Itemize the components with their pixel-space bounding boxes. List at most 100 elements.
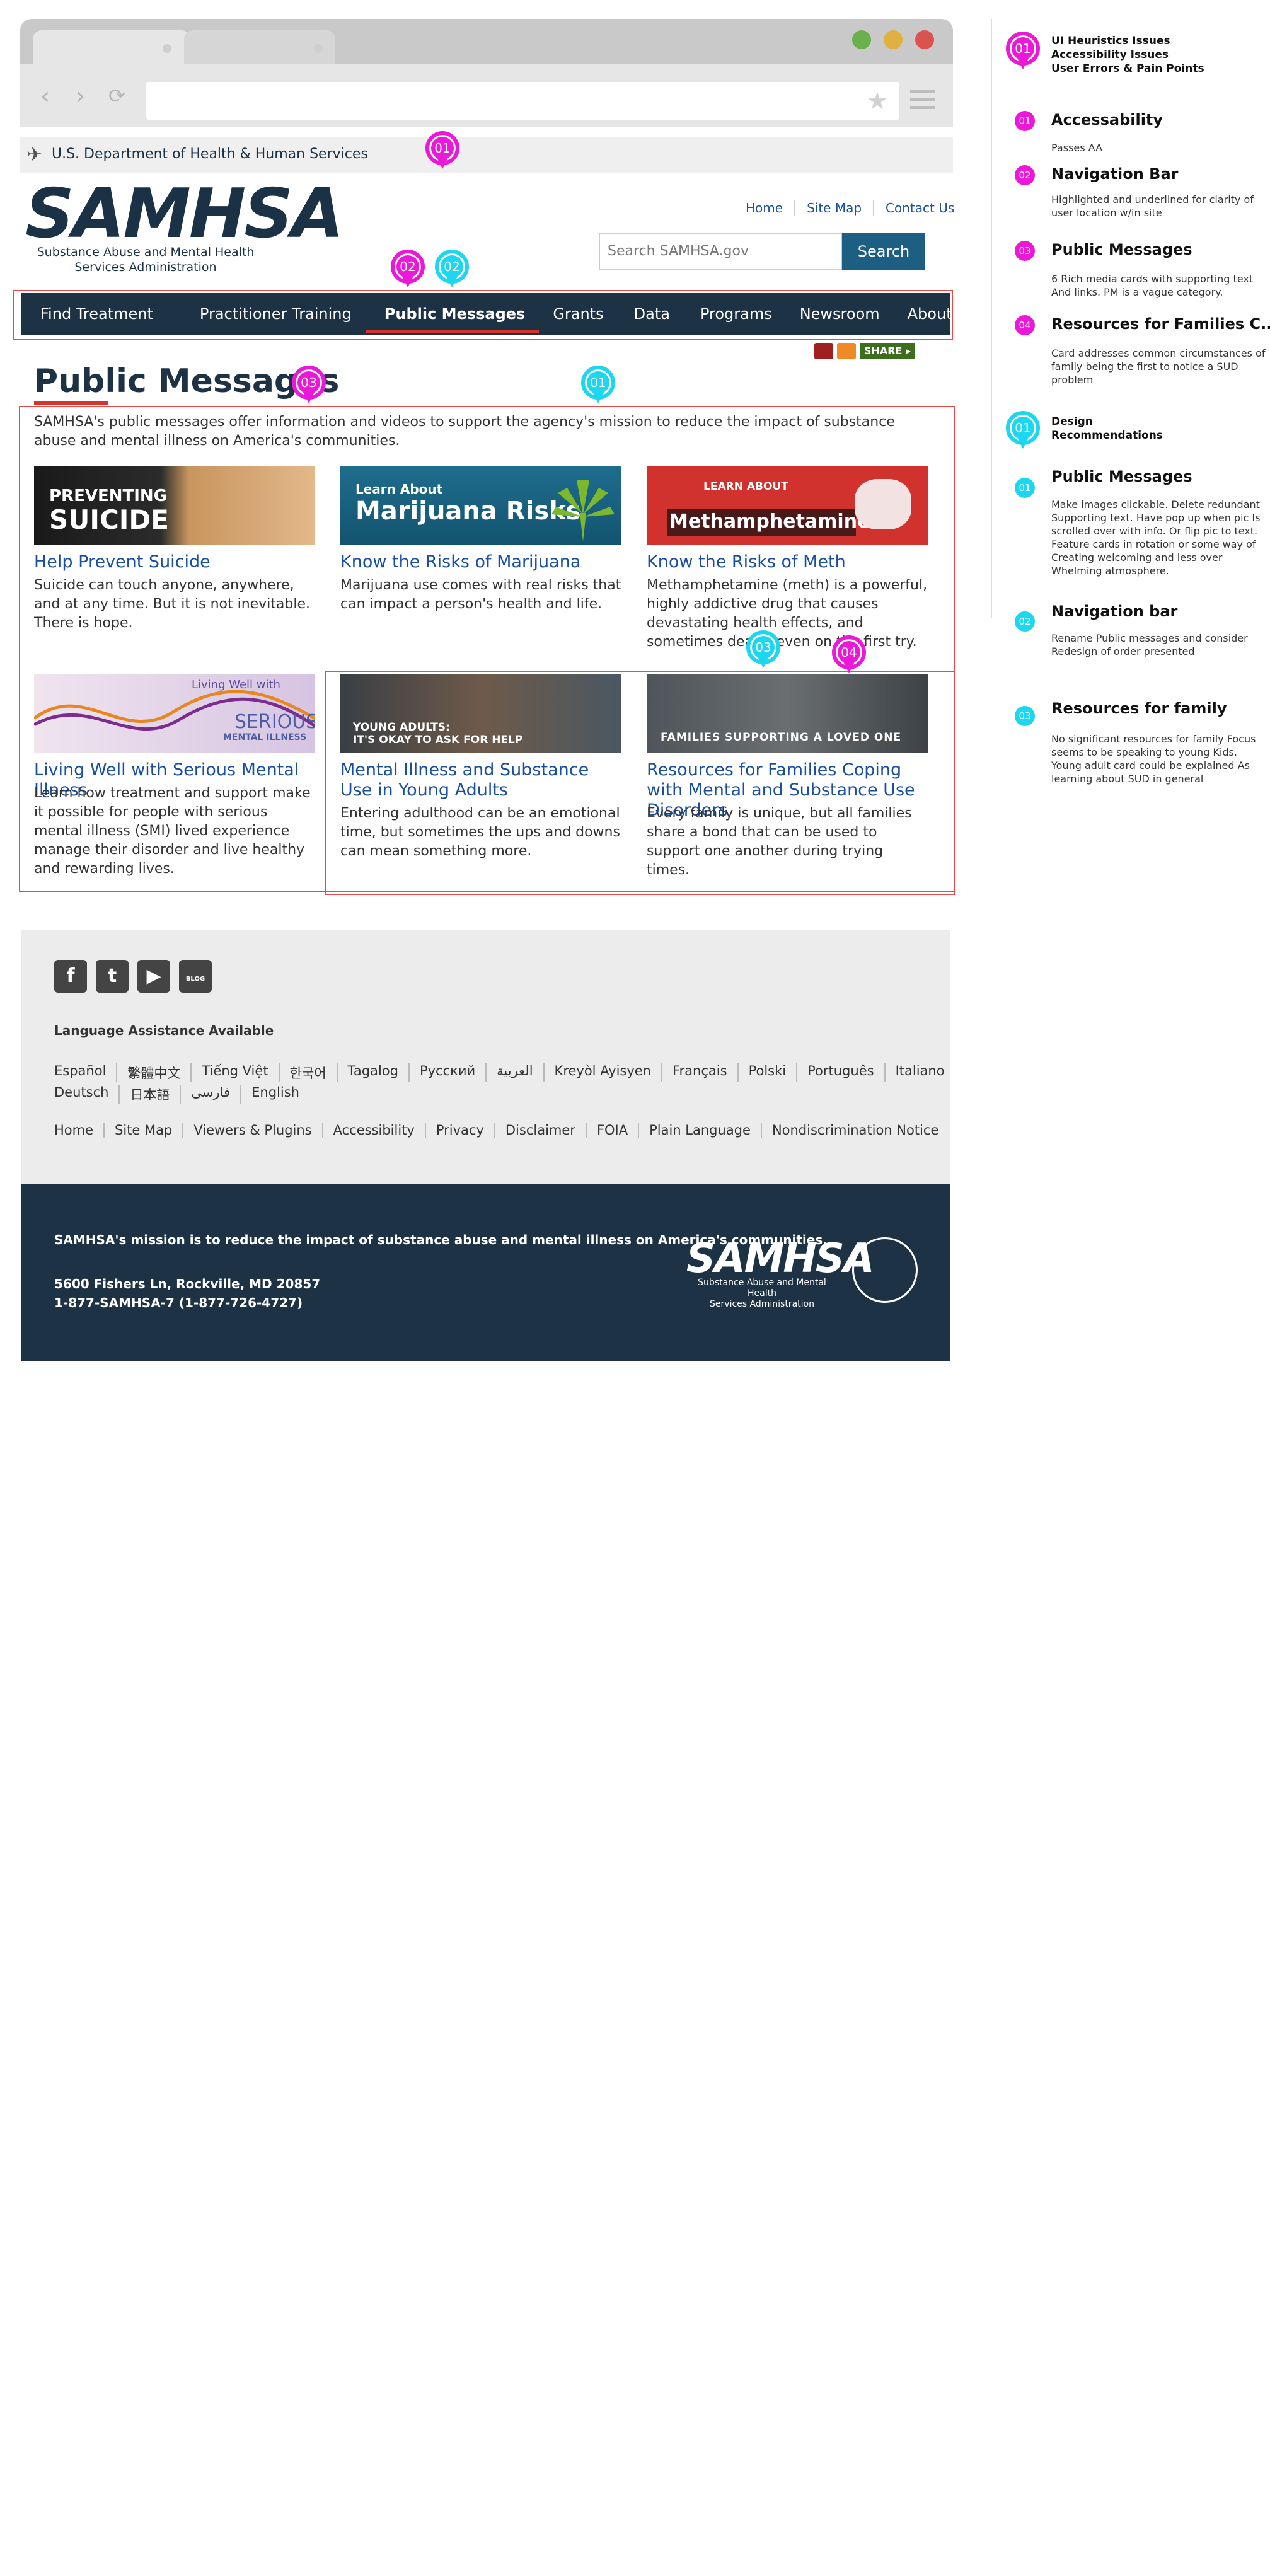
issue-badge-03: 03 [1015, 241, 1035, 261]
language-links-row2: Deutsch 日本語 فارسی English [54, 1085, 309, 1104]
hhs-seal-icon[interactable] [852, 1237, 918, 1303]
maximize-button[interactable] [852, 30, 871, 49]
lang-link[interactable]: Polski [739, 1063, 798, 1082]
lang-link[interactable]: Deutsch [54, 1085, 120, 1104]
address-line: 5600 Fishers Ln, Rockville, MD 20857 [54, 1276, 321, 1291]
language-links-row1: Español 繁體中文 Tiếng Việt 한국어 Tagalog Русс… [54, 1063, 955, 1082]
annotation-box-nav [13, 290, 953, 340]
issue-body-03: 6 Rich media cards with supporting text … [1051, 273, 1254, 298]
lang-link[interactable]: فارسی [181, 1085, 242, 1104]
lang-link[interactable]: Kreyòl Ayisyen [545, 1063, 662, 1082]
issue-title-03: Public Messages [1051, 241, 1192, 258]
legend-issues-pin: 01 [1006, 32, 1040, 71]
legend-line2: Accessibility Issues [1051, 49, 1169, 61]
issue-badge-02: 02 [1015, 165, 1035, 185]
twitter-icon[interactable]: t [96, 960, 129, 993]
lang-link[interactable]: Tiếng Việt [192, 1063, 280, 1082]
menu-icon[interactable] [910, 90, 935, 114]
rss-icon[interactable] [837, 343, 856, 359]
top-link-home[interactable]: Home [734, 200, 796, 216]
email-icon[interactable] [814, 343, 833, 359]
tab-strip [20, 19, 953, 64]
search-button[interactable]: Search [842, 233, 925, 270]
side-panel-divider [991, 19, 992, 618]
rec-title-02: Navigation bar [1051, 603, 1178, 620]
footer-link[interactable]: Nondiscrimination Notice [762, 1123, 949, 1138]
rec-badge-03: 03 [1015, 706, 1035, 726]
footer-link[interactable]: Accessibility [323, 1123, 426, 1138]
issue-badge-04: 04 [1015, 315, 1035, 335]
issue-body-04: Card addresses common circumstances of f… [1051, 347, 1266, 386]
browser-tab-2[interactable] [184, 30, 335, 64]
rec-badge-02: 02 [1015, 611, 1035, 632]
browser-tab-1[interactable] [33, 30, 190, 64]
footer-nav-links: Home Site Map Viewers & Plugins Accessib… [54, 1123, 949, 1138]
rec-badge-01: 01 [1015, 478, 1035, 498]
footer-samhsa-logo[interactable]: SAMHSA Substance Abuse and Mental Health… [686, 1239, 874, 1310]
lang-link[interactable]: 繁體中文 [117, 1063, 192, 1082]
footer-link[interactable]: Home [54, 1123, 105, 1138]
legend-design-pin: 01 [1006, 411, 1040, 450]
top-link-site-map[interactable]: Site Map [795, 200, 875, 216]
pin-navbar-02: 02 [391, 250, 425, 289]
lang-link[interactable]: Italiano [886, 1063, 955, 1082]
lang-link[interactable]: Русский [410, 1063, 487, 1082]
title-underline [34, 401, 108, 405]
pin-public-messages-03: 03 [292, 366, 326, 405]
rec-title-03: Resources for family [1051, 700, 1227, 717]
footer-links-area: f t ▶ BLOG Language Assistance Available… [21, 930, 950, 1184]
rec-title-01: Public Messages [1051, 468, 1192, 485]
issue-title-04: Resources for Families C... [1051, 315, 1270, 333]
lang-link[interactable]: 한국어 [280, 1063, 338, 1082]
footer-link[interactable]: Plain Language [639, 1123, 762, 1138]
language-assistance-title: Language Assistance Available [54, 1023, 274, 1038]
legend-line3: User Errors & Pain Points [1051, 62, 1204, 75]
footer-link[interactable]: FOIA [587, 1123, 640, 1138]
facebook-icon[interactable]: f [54, 960, 87, 993]
lang-link[interactable]: English [241, 1085, 309, 1104]
lang-link[interactable]: Tagalog [338, 1063, 410, 1082]
top-link-contact-us[interactable]: Contact Us [874, 200, 954, 216]
legend-line1: UI Heuristics Issues [1051, 35, 1170, 47]
blog-icon[interactable]: BLOG [179, 960, 212, 993]
lang-link[interactable]: Français [662, 1063, 739, 1082]
footer-link[interactable]: Viewers & Plugins [183, 1123, 323, 1138]
samhsa-logo[interactable]: SAMHSA Substance Abuse and Mental Health… [25, 180, 344, 275]
lang-link[interactable]: Português [797, 1063, 886, 1082]
rec-body-03: No significant resources for family Focu… [1051, 733, 1256, 785]
annotation-box-cards [325, 671, 955, 895]
minimize-button[interactable] [884, 30, 903, 49]
lang-link[interactable]: العربية [487, 1063, 545, 1082]
footer-link[interactable]: Privacy [426, 1123, 495, 1138]
share-button[interactable]: SHARE ▸ [860, 343, 915, 359]
utility-links: Home Site Map Contact Us [734, 200, 954, 216]
reload-icon[interactable]: ⟳ [108, 83, 125, 108]
footer-link[interactable]: Site Map [105, 1123, 184, 1138]
design-line2: Recommendations [1051, 429, 1163, 442]
design-line1: Design [1051, 415, 1093, 428]
issue-body-01: Passes AA [1051, 142, 1103, 154]
back-icon[interactable]: ‹ [40, 83, 50, 108]
phone-line: 1-877-SAMHSA-7 (1-877-726-4727) [54, 1295, 303, 1310]
close-button[interactable] [915, 30, 934, 49]
footer-link[interactable]: Disclaimer [495, 1123, 587, 1138]
lang-link[interactable]: Español [54, 1063, 118, 1082]
forward-icon[interactable]: › [76, 83, 85, 108]
share-tools: SHARE ▸ [814, 343, 915, 359]
hhs-eagle-icon: ✈ [26, 144, 43, 166]
issue-body-02: Highlighted and underlined for clarity o… [1051, 193, 1254, 219]
rec-body-01: Make images clickable. Delete redundant … [1051, 499, 1261, 577]
hhs-bar: ✈ U.S. Department of Health & Human Serv… [20, 137, 953, 173]
rec-body-02: Rename Public messages and consider Rede… [1051, 632, 1248, 657]
search-input[interactable]: Search SAMHSA.gov [599, 233, 842, 270]
pin-accessibility-01: 01 [425, 131, 459, 170]
browser-toolbar: ‹ › ⟳ ★ [20, 64, 953, 127]
lang-link[interactable]: 日本語 [120, 1085, 182, 1104]
bookmark-star-icon[interactable]: ★ [867, 87, 888, 115]
youtube-icon[interactable]: ▶ [137, 960, 170, 993]
footer-mission: SAMHSA's mission is to reduce the impact… [21, 1184, 950, 1361]
address-bar[interactable]: ★ [146, 82, 899, 120]
pin-rec-family-03: 03 [746, 630, 780, 669]
hhs-text[interactable]: U.S. Department of Health & Human Servic… [52, 146, 368, 162]
issue-badge-01: 01 [1015, 111, 1035, 131]
